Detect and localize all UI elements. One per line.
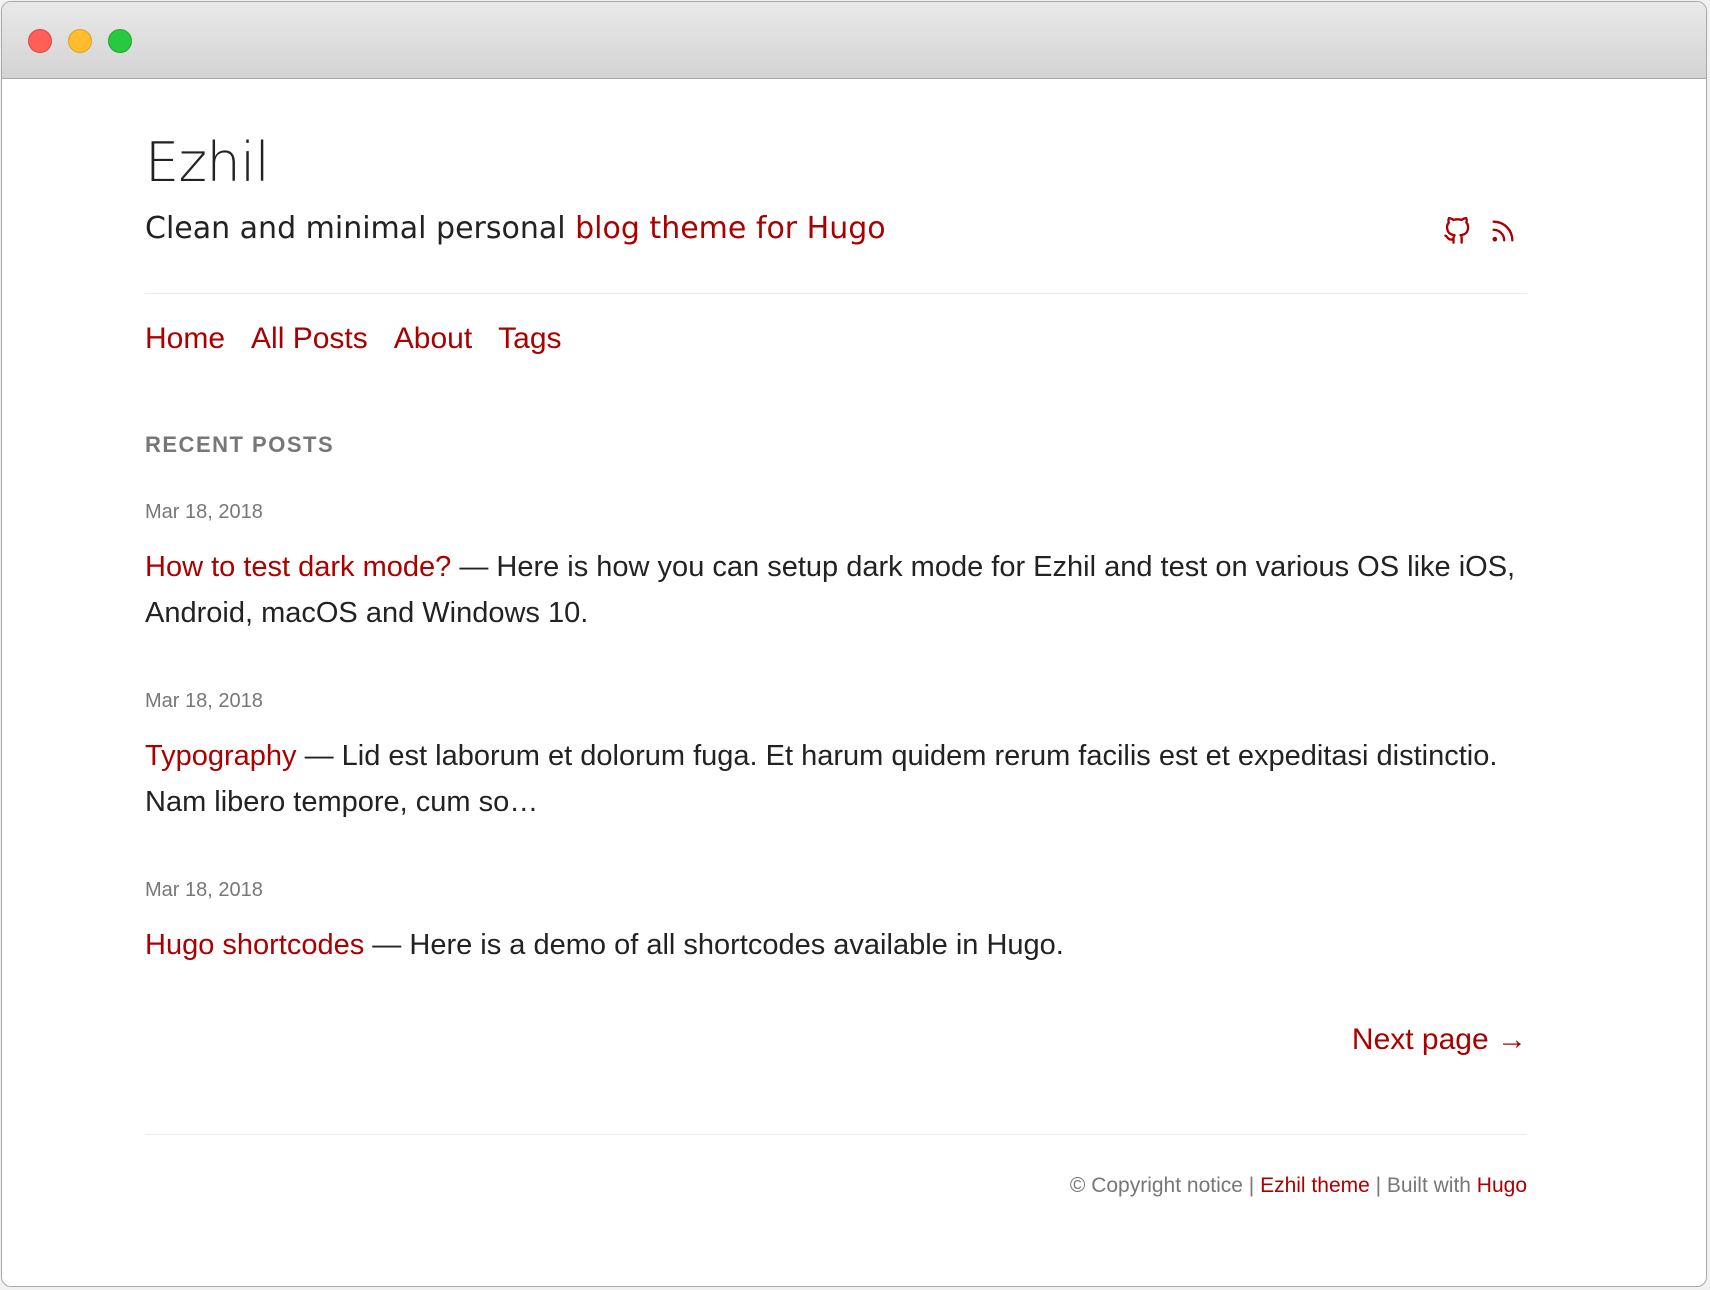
subtitle-accent-text: blog theme for Hugo	[575, 211, 886, 246]
nav-item-all-posts[interactable]: All Posts	[251, 321, 368, 357]
post-title-link[interactable]: Typography	[145, 740, 297, 772]
site-title[interactable]: Ezhil	[145, 136, 270, 190]
recent-posts-heading: RECENT POSTS	[145, 432, 335, 457]
post-summary: Here is a demo of all shortcodes availab…	[409, 929, 1064, 961]
header-divider	[145, 293, 1527, 294]
copyright-text: © Copyright notice	[1069, 1174, 1243, 1197]
post-line: How to test dark mode? — Here is how you…	[145, 544, 1527, 636]
post-date: Mar 18, 2018	[145, 501, 263, 523]
rss-icon	[1492, 220, 1514, 242]
footer-divider	[145, 1134, 1527, 1135]
post-summary: Lid est laborum et dolorum fuga. Et haru…	[145, 740, 1498, 818]
nav-item-home[interactable]: Home	[145, 321, 225, 357]
post-item: Mar 18, 2018 Hugo shortcodes — Here is a…	[145, 880, 1527, 968]
post-separator: —	[296, 740, 342, 772]
minimize-window-button[interactable]	[68, 29, 92, 53]
post-line: Typography — Lid est laborum et dolorum …	[145, 733, 1527, 825]
built-with-text: | Built with	[1369, 1174, 1477, 1197]
post-date: Mar 18, 2018	[145, 690, 263, 712]
post-separator: —	[364, 929, 410, 961]
browser-window: Ezhil Clean and minimal personal blog th…	[1, 1, 1707, 1287]
post-line: Hugo shortcodes — Here is a demo of all …	[145, 922, 1527, 968]
nav-item-about[interactable]: About	[394, 321, 472, 357]
post-item: Mar 18, 2018 How to test dark mode? — He…	[145, 502, 1527, 636]
close-window-button[interactable]	[28, 29, 52, 53]
nav-item-tags[interactable]: Tags	[498, 321, 561, 357]
footer-separator: |	[1242, 1174, 1261, 1197]
site-subtitle: Clean and minimal personal blog theme fo…	[145, 214, 886, 244]
footer: © Copyright notice | Ezhil theme | Built…	[1070, 1175, 1527, 1196]
rss-link[interactable]	[1489, 217, 1517, 245]
github-link[interactable]	[1443, 217, 1471, 245]
zoom-window-button[interactable]	[108, 29, 132, 53]
title-bar	[2, 2, 1706, 79]
github-icon	[1444, 217, 1470, 244]
post-date: Mar 18, 2018	[145, 879, 263, 901]
post-separator: —	[451, 551, 497, 583]
hugo-link[interactable]: Hugo	[1477, 1174, 1527, 1197]
post-item: Mar 18, 2018 Typography — Lid est laboru…	[145, 691, 1527, 825]
post-title-link[interactable]: Hugo shortcodes	[145, 929, 364, 961]
subtitle-text: Clean and minimal personal	[145, 211, 576, 246]
theme-link[interactable]: Ezhil theme	[1260, 1174, 1370, 1197]
main-nav: Home All Posts About Tags	[145, 321, 562, 357]
post-title-link[interactable]: How to test dark mode?	[145, 551, 451, 583]
next-page-link[interactable]: Next page →	[1352, 1022, 1527, 1058]
social-links	[1443, 217, 1517, 245]
